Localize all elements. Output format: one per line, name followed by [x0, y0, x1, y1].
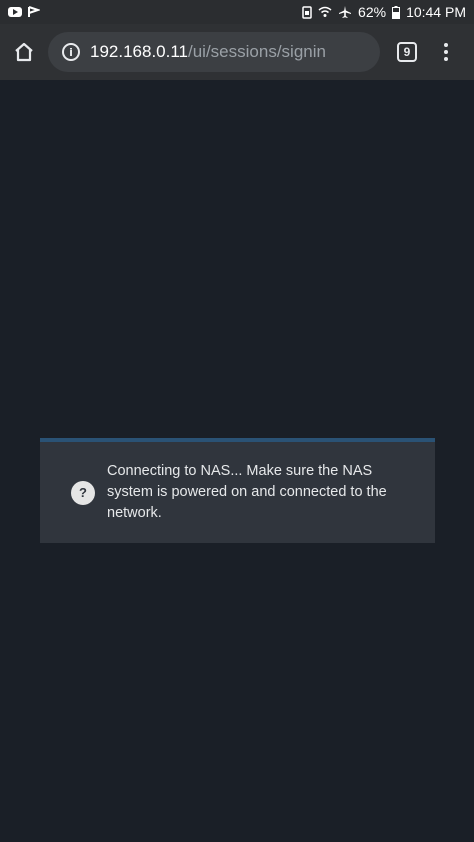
- status-bar: 62% 10:44 PM: [0, 0, 474, 24]
- help-icon: ?: [71, 480, 95, 505]
- wifi-icon: [318, 6, 332, 18]
- url-path: /ui/sessions/signin: [188, 42, 326, 61]
- battery-percentage: 62%: [358, 4, 387, 20]
- connection-notice: ? Connecting to NAS... Make sure the NAS…: [40, 438, 435, 543]
- sim-icon: [302, 5, 312, 19]
- home-icon: [15, 42, 33, 62]
- url-host: 192.168.0.11: [90, 42, 188, 61]
- status-right: 62% 10:44 PM: [302, 4, 466, 20]
- home-button[interactable]: [0, 24, 48, 80]
- browser-toolbar: i 192.168.0.11/ui/sessions/signin 9: [0, 24, 474, 80]
- status-left: [8, 6, 40, 18]
- notice-message: Connecting to NAS... Make sure the NAS s…: [107, 463, 387, 521]
- clock: 10:44 PM: [406, 4, 466, 20]
- youtube-notification-icon: [8, 7, 22, 17]
- url-text[interactable]: 192.168.0.11/ui/sessions/signin: [90, 42, 326, 62]
- menu-dot: [444, 43, 448, 47]
- menu-dot: [444, 50, 448, 54]
- more-options-button[interactable]: [436, 40, 456, 64]
- play-store-notification-icon: [28, 6, 40, 18]
- tab-switcher-button[interactable]: 9: [397, 42, 417, 62]
- airplane-mode-icon: [338, 5, 352, 19]
- menu-dot: [444, 57, 448, 61]
- address-bar[interactable]: i 192.168.0.11/ui/sessions/signin: [48, 32, 380, 72]
- page-content: ? Connecting to NAS... Make sure the NAS…: [0, 80, 474, 842]
- info-icon[interactable]: i: [62, 43, 80, 61]
- battery-icon: [392, 5, 401, 19]
